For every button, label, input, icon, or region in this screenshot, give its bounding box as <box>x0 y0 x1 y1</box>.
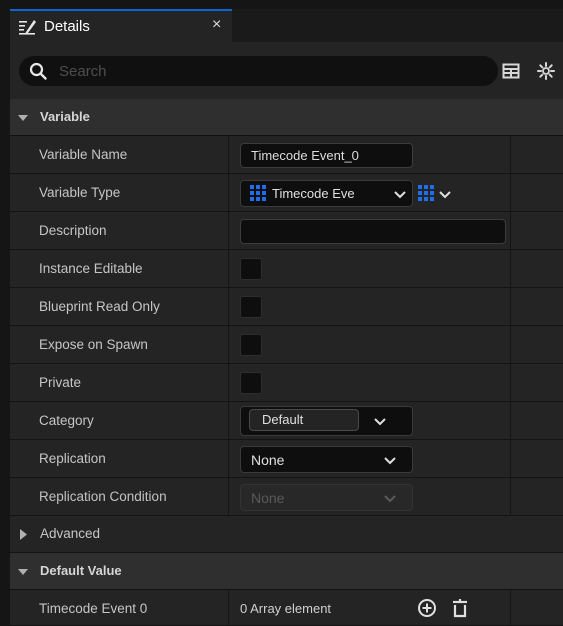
close-tab-button[interactable]: × <box>212 16 221 34</box>
struct-type-icon <box>250 185 266 201</box>
variable-name-field[interactable]: Timecode Event_0 <box>240 143 413 168</box>
settings-gear-icon[interactable] <box>537 62 555 80</box>
column-divider <box>510 590 511 626</box>
column-divider <box>228 402 229 440</box>
column-divider <box>228 364 229 402</box>
collapsed-arrow-icon <box>20 529 27 540</box>
property-matrix-icon[interactable] <box>502 62 520 80</box>
column-divider <box>510 212 511 250</box>
instance-editable-checkbox[interactable] <box>240 258 262 280</box>
column-divider <box>510 250 511 288</box>
column-divider <box>228 478 229 516</box>
tab-bar: Details × <box>0 0 563 42</box>
add-element-icon[interactable] <box>417 598 437 618</box>
tab-title: Details <box>44 18 90 35</box>
chevron-down-icon <box>384 495 396 503</box>
variable-type-dropdown[interactable]: Timecode Eve <box>240 180 413 207</box>
delete-trash-icon[interactable] <box>450 598 470 618</box>
category-value-field[interactable]: Default <box>249 409 359 431</box>
section-variable[interactable]: Variable <box>10 99 563 136</box>
expanded-arrow-icon <box>18 569 28 575</box>
column-divider <box>228 250 229 288</box>
advanced-expander[interactable]: Advanced <box>10 516 563 553</box>
row-replication-condition: Replication Condition None <box>10 478 563 516</box>
column-divider <box>228 440 229 478</box>
replication-condition-dropdown: None <box>240 484 413 511</box>
container-type-dropdown[interactable] <box>418 180 458 207</box>
details-panel: Variable Variable Name Timecode Event_0 … <box>10 99 563 626</box>
column-divider <box>510 174 511 212</box>
property-label: Blueprint Read Only <box>39 299 160 314</box>
row-private: Private <box>10 364 563 402</box>
column-divider <box>228 326 229 364</box>
search-toolbar <box>10 42 563 99</box>
chevron-down-icon <box>394 191 406 199</box>
property-label: Category <box>39 413 94 428</box>
column-divider <box>510 478 511 516</box>
property-label: Timecode Event 0 <box>39 601 148 616</box>
variable-type-value: Timecode Eve <box>272 186 355 201</box>
column-divider <box>510 402 511 440</box>
section-label: Variable <box>40 109 90 124</box>
tab-details[interactable]: Details × <box>10 9 232 42</box>
advanced-label: Advanced <box>40 526 101 541</box>
search-input[interactable] <box>59 60 479 82</box>
column-divider <box>510 326 511 364</box>
replication-condition-value: None <box>251 490 285 506</box>
row-blueprint-read-only: Blueprint Read Only <box>10 288 563 326</box>
column-divider <box>228 590 229 626</box>
description-field[interactable] <box>240 219 506 244</box>
expanded-arrow-icon <box>18 115 28 121</box>
details-pencil-icon <box>19 20 36 35</box>
property-label: Private <box>39 375 82 390</box>
column-divider <box>228 136 229 174</box>
replication-dropdown[interactable]: None <box>240 446 413 473</box>
row-variable-name: Variable Name Timecode Event_0 <box>10 136 563 174</box>
column-divider <box>228 174 229 212</box>
category-combo[interactable]: Default <box>240 406 413 436</box>
property-label: Replication Condition <box>39 489 167 504</box>
property-label: Expose on Spawn <box>39 337 148 352</box>
property-label: Description <box>39 223 107 238</box>
column-divider <box>228 212 229 250</box>
row-instance-editable: Instance Editable <box>10 250 563 288</box>
search-box[interactable] <box>19 56 498 86</box>
row-description: Description <box>10 212 563 250</box>
property-label: Variable Name <box>39 147 128 162</box>
tab-bar-empty <box>232 9 563 42</box>
row-variable-type: Variable Type Timecode Eve <box>10 174 563 212</box>
column-divider <box>228 288 229 326</box>
private-checkbox[interactable] <box>240 372 262 394</box>
chevron-down-icon <box>439 191 451 199</box>
blueprint-read-only-checkbox[interactable] <box>240 296 262 318</box>
row-timecode-event: Timecode Event 0 0 Array element <box>10 590 563 626</box>
column-divider <box>510 364 511 402</box>
property-label: Replication <box>39 451 106 466</box>
chevron-down-icon <box>384 457 396 465</box>
expose-on-spawn-checkbox[interactable] <box>240 334 262 356</box>
single-container-icon <box>418 185 434 201</box>
section-label: Default Value <box>40 563 122 578</box>
column-divider <box>510 288 511 326</box>
chevron-down-icon[interactable] <box>374 418 386 426</box>
row-replication: Replication None <box>10 440 563 478</box>
row-category: Category Default <box>10 402 563 440</box>
row-expose-on-spawn: Expose on Spawn <box>10 326 563 364</box>
array-element-count: 0 Array element <box>240 601 332 616</box>
column-divider <box>510 440 511 478</box>
replication-value: None <box>251 452 285 468</box>
property-label: Instance Editable <box>39 261 143 276</box>
property-label: Variable Type <box>39 185 121 200</box>
column-divider <box>510 136 511 174</box>
section-default-value[interactable]: Default Value <box>10 553 563 590</box>
search-icon <box>29 62 47 80</box>
